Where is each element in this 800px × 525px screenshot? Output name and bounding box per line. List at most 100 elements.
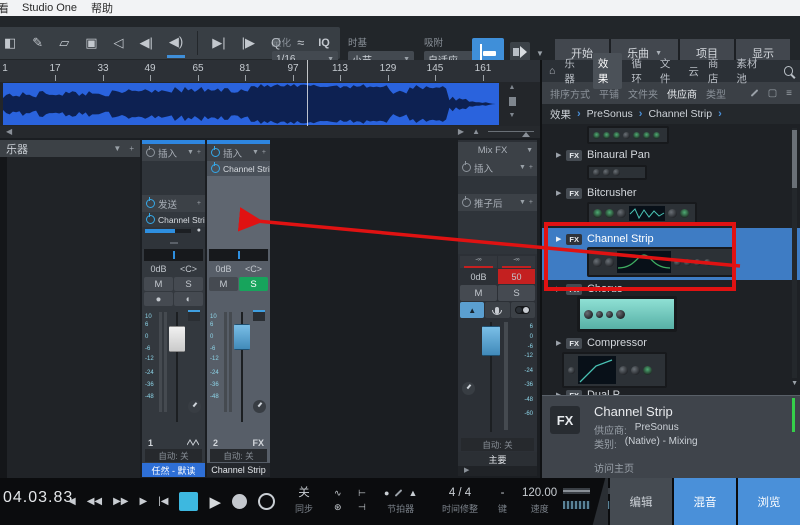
time-signature[interactable]: 4 / 4 时间修整 xyxy=(442,486,478,516)
list-item[interactable]: ▶ FX Bitcrusher xyxy=(556,186,637,200)
mute-button[interactable]: M xyxy=(144,277,173,291)
tab-shop[interactable]: 商店 xyxy=(708,56,728,86)
sort-flat[interactable]: 平铺 xyxy=(599,86,619,101)
automation-mode[interactable]: 自动: 关 xyxy=(210,449,267,462)
time-display[interactable]: 04.03.83 xyxy=(3,489,73,507)
play-button[interactable]: ▶ xyxy=(209,493,221,511)
return-to-start-button[interactable]: |◀ xyxy=(158,496,168,507)
pre-roll-controls[interactable]: ∿ ⊛ xyxy=(334,486,342,514)
automation-mode[interactable]: 自动: 关 xyxy=(145,449,202,462)
expand-arrow-icon[interactable]: ▶ xyxy=(556,189,561,197)
sort-type[interactable]: 类型 xyxy=(706,86,726,101)
monitor-button[interactable]: ◐ xyxy=(174,292,203,306)
tempo[interactable]: 120.00 速度 xyxy=(522,486,557,516)
solo-button[interactable]: S xyxy=(498,285,535,301)
power-icon[interactable] xyxy=(146,199,155,208)
browse-view-button[interactable]: 浏览 xyxy=(738,478,800,525)
tab-effects[interactable]: 效果 xyxy=(593,53,623,89)
metronome-icon[interactable]: ▲ xyxy=(408,486,417,500)
gain-value[interactable]: 0dB xyxy=(209,262,238,276)
peak-indicator-right[interactable]: -∞ xyxy=(498,256,535,268)
post-fader-header[interactable]: 推子后 ▼ + xyxy=(458,194,537,211)
plugin-thumbnail[interactable] xyxy=(562,352,667,388)
peak-level-value[interactable]: 50 xyxy=(498,269,535,284)
automation-mode[interactable]: 自动: 关 xyxy=(461,438,534,451)
scroll-right-icon[interactable]: ▶ xyxy=(458,127,464,136)
tab-files[interactable]: 文件 xyxy=(660,56,680,86)
add-insert-icon[interactable]: + xyxy=(262,149,266,156)
paint-tool-icon[interactable]: ✎ xyxy=(30,28,45,58)
sort-folders[interactable]: 文件夹 xyxy=(628,86,658,101)
power-icon[interactable] xyxy=(146,215,155,224)
expand-arrow-icon[interactable]: ▶ xyxy=(556,339,561,347)
solo-button[interactable]: S xyxy=(174,277,203,291)
instruments-panel[interactable] xyxy=(0,157,140,478)
plugin-thumbnail[interactable] xyxy=(577,296,677,332)
power-icon[interactable] xyxy=(146,148,155,157)
sends-header[interactable]: 发送 + xyxy=(142,195,205,212)
tab-cloud[interactable]: 云 xyxy=(688,64,699,79)
menu-help[interactable]: 帮助 xyxy=(91,0,113,16)
mix-view-button[interactable]: 混音 xyxy=(674,478,736,525)
list-item[interactable]: ▶ FX Dual P xyxy=(556,388,620,395)
inserts-slot-empty[interactable] xyxy=(142,161,205,195)
inserts-header[interactable]: 插入 ▼ + xyxy=(142,144,205,161)
add-insert-icon[interactable]: + xyxy=(529,164,533,171)
scroll-down-icon[interactable]: ▼ xyxy=(791,380,798,387)
insert-channel-strip[interactable]: Channel Strip xyxy=(207,161,270,176)
scrollbar-thumb[interactable] xyxy=(792,130,797,188)
inserts-header[interactable]: 插入 ▼ + xyxy=(458,159,537,176)
volume-fader[interactable] xyxy=(234,324,250,350)
mixfx-header[interactable]: Mix FX ▼ xyxy=(458,142,537,159)
pan-value[interactable]: <C> xyxy=(174,262,203,276)
cursor-left-tool-icon[interactable]: ▶| xyxy=(210,28,227,58)
range-tool-icon[interactable]: ▣ xyxy=(83,28,99,58)
metronome-controls[interactable]: ● ▲ 节拍器 xyxy=(384,486,417,516)
chevron-down-icon[interactable]: ▼ xyxy=(252,149,259,156)
add-insert-icon[interactable]: + xyxy=(529,199,533,206)
breadcrumb-presonus[interactable]: PreSonus xyxy=(587,108,633,120)
select-tool-icon[interactable]: ◧ xyxy=(2,28,18,58)
headphone-toggle-icon[interactable] xyxy=(511,302,535,318)
power-icon[interactable] xyxy=(462,198,471,207)
sort-vendor[interactable]: 供应商 xyxy=(667,86,697,101)
listen-tool-icon[interactable]: ◀) xyxy=(167,28,185,58)
pan-control[interactable] xyxy=(144,249,203,261)
edit-view-button[interactable]: 编辑 xyxy=(610,478,672,525)
list-view-icon[interactable]: ≡ xyxy=(786,88,792,99)
power-icon[interactable] xyxy=(211,148,220,157)
pan-value[interactable]: <C> xyxy=(239,262,268,276)
search-icon[interactable] xyxy=(784,66,793,76)
gain-value[interactable]: 0dB xyxy=(460,269,497,284)
pan-control[interactable] xyxy=(209,249,268,261)
add-insert-icon[interactable]: + xyxy=(197,149,201,156)
step-back-button[interactable]: ◀ xyxy=(68,496,76,507)
rewind-button[interactable]: ◀◀ xyxy=(87,496,102,507)
cue-mini-fader[interactable] xyxy=(253,310,265,321)
gain-value[interactable]: 0dB xyxy=(144,262,173,276)
send-pan[interactable] xyxy=(142,235,205,249)
menu-studio-one[interactable]: Studio One xyxy=(22,2,77,14)
home-icon[interactable]: ⌂ xyxy=(549,65,555,77)
power-icon[interactable] xyxy=(462,163,471,172)
zoom-slider[interactable] xyxy=(488,131,534,132)
horizontal-scrollbar[interactable]: ◀ ▶ ▲ xyxy=(0,126,540,138)
chevron-down-icon[interactable]: ▼ xyxy=(526,147,533,154)
record-dot-icon[interactable]: ● xyxy=(384,486,389,500)
sync-indicator[interactable]: 关 同步 xyxy=(295,486,313,516)
solo-button[interactable]: S xyxy=(239,277,268,291)
send-level[interactable]: ● xyxy=(142,227,205,235)
plugin-thumbnail[interactable] xyxy=(587,126,669,144)
insert-drop-area[interactable] xyxy=(207,176,270,249)
send-pre-icon[interactable]: ● xyxy=(197,227,201,234)
fast-forward-button[interactable]: ▶▶ xyxy=(113,496,128,507)
send-channel-strip[interactable]: Channel Strip xyxy=(142,212,205,227)
punch-controls[interactable]: ⊢ ⊣ xyxy=(358,486,366,514)
mono-monitor-icon[interactable]: ▲ xyxy=(460,302,484,318)
scroll-left-icon[interactable]: ◀ xyxy=(6,127,12,136)
mute-button[interactable]: M xyxy=(460,285,497,301)
chevron-down-icon[interactable]: ▼ xyxy=(113,144,121,153)
tab-loops[interactable]: 循环 xyxy=(631,56,651,86)
instruments-panel-header[interactable]: 乐器 ▼ + xyxy=(0,140,140,157)
key-signature[interactable]: - 键 xyxy=(498,486,507,516)
